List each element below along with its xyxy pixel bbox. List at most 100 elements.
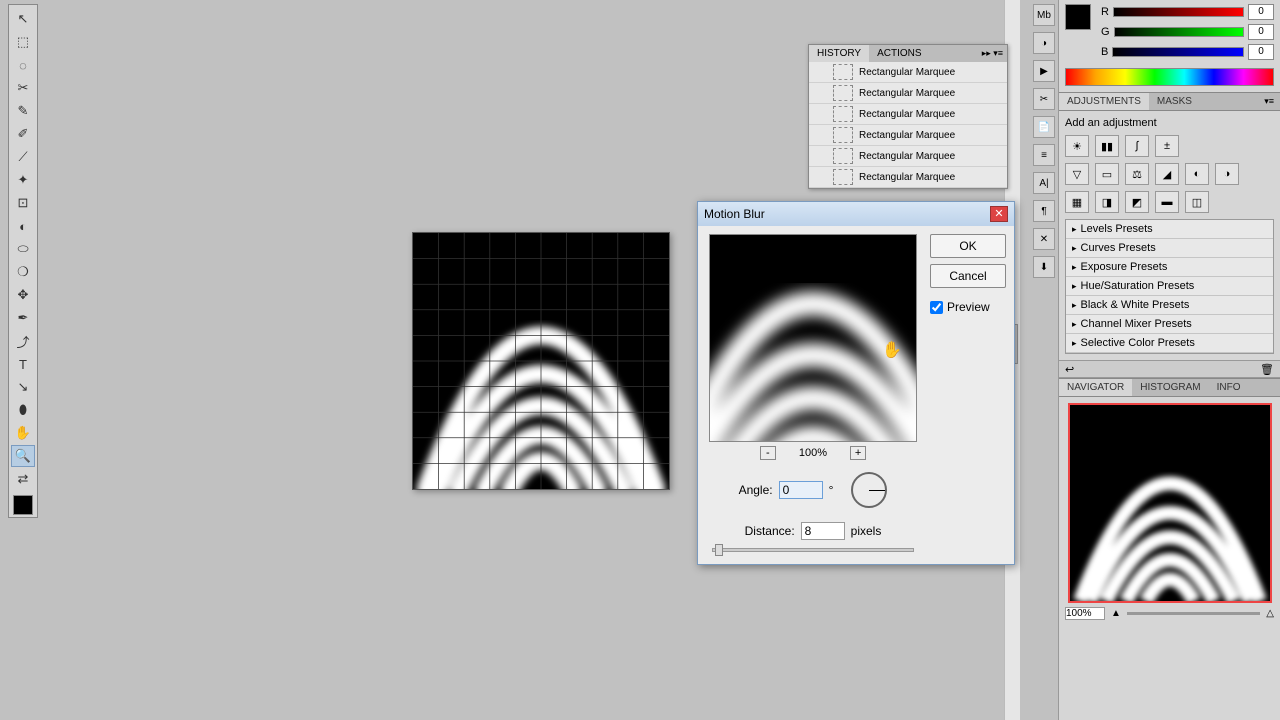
preview-image[interactable] xyxy=(709,234,917,442)
tab-histogram[interactable]: HISTOGRAM xyxy=(1132,379,1208,396)
history-item[interactable]: Rectangular Marquee xyxy=(809,167,1007,188)
history-item[interactable]: Rectangular Marquee xyxy=(809,83,1007,104)
posterize-icon[interactable]: ◨ xyxy=(1095,191,1119,213)
tool-button[interactable]: ❍ xyxy=(11,261,35,283)
tool-button[interactable]: ✂ xyxy=(11,77,35,99)
color-spectrum[interactable] xyxy=(1065,68,1274,86)
panel-icon[interactable]: ¶ xyxy=(1033,200,1055,222)
history-item[interactable]: Rectangular Marquee xyxy=(809,104,1007,125)
zoom-in-button[interactable]: + xyxy=(850,446,866,460)
panel-flyout-icon[interactable]: ▾≡ xyxy=(1258,93,1280,110)
angle-dial[interactable] xyxy=(851,472,887,508)
cancel-button[interactable]: Cancel xyxy=(930,264,1006,288)
return-arrow-icon[interactable]: ↩ xyxy=(1065,363,1074,376)
tool-button[interactable]: ⬚ xyxy=(11,31,35,53)
curves-icon[interactable]: ∫ xyxy=(1125,135,1149,157)
history-item[interactable]: Rectangular Marquee xyxy=(809,146,1007,167)
preview-checkbox-input[interactable] xyxy=(930,301,943,314)
close-icon[interactable]: ✕ xyxy=(990,206,1008,222)
tool-button[interactable]: ⊡ xyxy=(11,192,35,214)
tool-button[interactable]: ◐ xyxy=(11,215,35,237)
tool-button[interactable]: ✎ xyxy=(11,100,35,122)
document-canvas[interactable] xyxy=(412,232,670,490)
angle-input[interactable] xyxy=(779,481,823,499)
tab-actions[interactable]: ACTIONS xyxy=(869,45,929,62)
balance-icon[interactable]: ⚖ xyxy=(1125,163,1149,185)
tool-button[interactable]: ✦ xyxy=(11,169,35,191)
brightness-icon[interactable]: ☀ xyxy=(1065,135,1089,157)
tool-button[interactable]: ✥ xyxy=(11,284,35,306)
exposure-icon[interactable]: ± xyxy=(1155,135,1179,157)
panel-icon[interactable]: ▶ xyxy=(1033,60,1055,82)
selective-color-icon[interactable]: ◫ xyxy=(1185,191,1209,213)
preset-item[interactable]: Curves Presets xyxy=(1066,239,1273,258)
tool-button[interactable]: ✋ xyxy=(11,422,35,444)
zoom-out-button[interactable]: - xyxy=(760,446,776,460)
panel-icon[interactable]: ⬇ xyxy=(1033,256,1055,278)
preset-item[interactable]: Hue/Saturation Presets xyxy=(1066,277,1273,296)
tab-adjustments[interactable]: ADJUSTMENTS xyxy=(1059,93,1149,110)
r-slider[interactable] xyxy=(1113,7,1244,17)
panel-icon[interactable]: Mb xyxy=(1033,4,1055,26)
zoom-in-icon[interactable]: △ xyxy=(1266,608,1274,619)
distance-input[interactable] xyxy=(801,522,845,540)
tool-button[interactable]: ⇄ xyxy=(11,468,35,490)
panel-icon[interactable]: 📄 xyxy=(1033,116,1055,138)
tool-button[interactable]: 🔍 xyxy=(11,445,35,467)
panel-icon[interactable]: ✂ xyxy=(1033,88,1055,110)
panel-icon[interactable]: ◑ xyxy=(1033,32,1055,54)
tool-button[interactable]: ⬭ xyxy=(11,238,35,260)
ok-button[interactable]: OK xyxy=(930,234,1006,258)
hue-icon[interactable]: ▭ xyxy=(1095,163,1119,185)
invert-icon[interactable]: ▦ xyxy=(1065,191,1089,213)
navigator-thumbnail[interactable] xyxy=(1068,403,1272,603)
vibrance-icon[interactable]: ▽ xyxy=(1065,163,1089,185)
tool-button[interactable]: T xyxy=(11,353,35,375)
b-slider[interactable] xyxy=(1112,47,1244,57)
preset-item[interactable]: Exposure Presets xyxy=(1066,258,1273,277)
trash-icon[interactable]: 🗑 xyxy=(1260,363,1274,376)
distance-label: Distance: xyxy=(745,524,795,538)
g-value[interactable]: 0 xyxy=(1248,24,1274,40)
preview-checkbox[interactable]: Preview xyxy=(930,300,1006,314)
r-value[interactable]: 0 xyxy=(1248,4,1274,20)
color-swatch[interactable] xyxy=(1065,4,1091,30)
tab-history[interactable]: HISTORY xyxy=(809,45,869,62)
tool-button[interactable]: ⟋ xyxy=(11,146,35,168)
tool-button[interactable]: ⤴ xyxy=(11,330,35,352)
color-panel: R0 G0 B0 xyxy=(1059,0,1280,86)
tool-button[interactable]: ◌ xyxy=(11,54,35,76)
tool-button[interactable]: ✐ xyxy=(11,123,35,145)
panel-icon[interactable]: A| xyxy=(1033,172,1055,194)
panel-icon[interactable]: ✕ xyxy=(1033,228,1055,250)
panel-icon[interactable]: ≡ xyxy=(1033,144,1055,166)
preset-item[interactable]: Levels Presets xyxy=(1066,220,1273,239)
b-value[interactable]: 0 xyxy=(1248,44,1274,60)
tool-button[interactable]: ⬮ xyxy=(11,399,35,421)
preset-item[interactable]: Black & White Presets xyxy=(1066,296,1273,315)
history-item[interactable]: Rectangular Marquee xyxy=(809,62,1007,83)
tool-button[interactable]: ↖ xyxy=(11,8,35,30)
marquee-icon xyxy=(833,148,853,164)
preset-item[interactable]: Channel Mixer Presets xyxy=(1066,315,1273,334)
bw-icon[interactable]: ◢ xyxy=(1155,163,1179,185)
tab-navigator[interactable]: NAVIGATOR xyxy=(1059,379,1132,396)
threshold-icon[interactable]: ◩ xyxy=(1125,191,1149,213)
b-label: B xyxy=(1101,46,1108,58)
navigator-zoom-input[interactable] xyxy=(1065,607,1105,620)
channel-mixer-icon[interactable]: ◑ xyxy=(1215,163,1239,185)
tab-info[interactable]: INFO xyxy=(1209,379,1249,396)
g-slider[interactable] xyxy=(1114,27,1244,37)
tool-button[interactable]: ✒ xyxy=(11,307,35,329)
preset-item[interactable]: Selective Color Presets xyxy=(1066,334,1273,353)
tab-masks[interactable]: MASKS xyxy=(1149,93,1200,110)
gradient-map-icon[interactable]: ▬ xyxy=(1155,191,1179,213)
levels-icon[interactable]: ▮▮ xyxy=(1095,135,1119,157)
history-item[interactable]: Rectangular Marquee xyxy=(809,125,1007,146)
zoom-out-icon[interactable]: ▲ xyxy=(1111,608,1121,619)
foreground-color-swatch[interactable] xyxy=(13,495,33,515)
panel-flyout-icon[interactable]: ▸▸ ▾≡ xyxy=(978,45,1007,62)
photo-filter-icon[interactable]: ◐ xyxy=(1185,163,1209,185)
distance-slider[interactable] xyxy=(712,548,914,552)
tool-button[interactable]: ↘ xyxy=(11,376,35,398)
